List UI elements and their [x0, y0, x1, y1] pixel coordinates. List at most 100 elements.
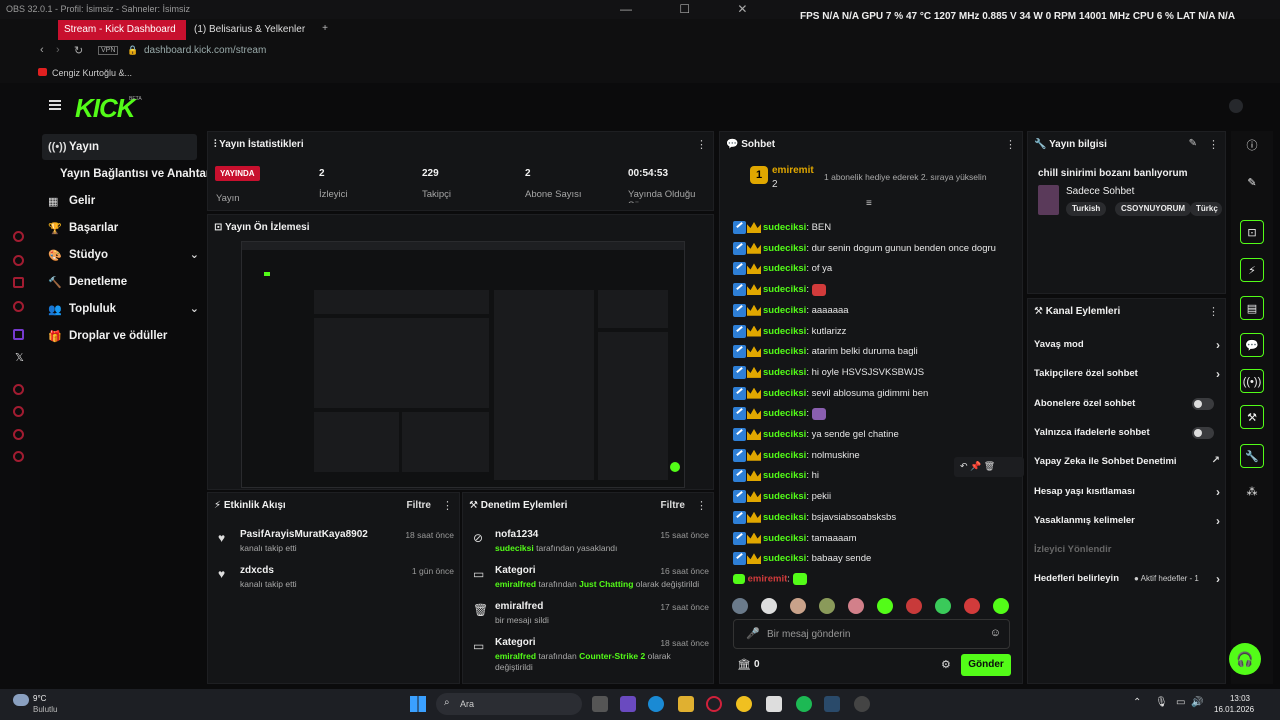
chat-username[interactable]: sudeciksi — [763, 553, 806, 564]
more-options-icon[interactable]: ⋮ — [1208, 305, 1219, 318]
back-icon[interactable]: ‹ — [40, 44, 44, 56]
spotify-icon[interactable] — [796, 696, 812, 712]
extensions-icon[interactable] — [13, 429, 24, 440]
top-gifter-name[interactable]: emiremit — [772, 165, 814, 176]
collapse-icon[interactable]: ≡ — [866, 198, 872, 209]
microphone-icon[interactable]: 🎙 — [1155, 697, 1168, 708]
bookmark-item[interactable]: Cengiz Kurtoğlu &... — [52, 68, 132, 78]
tray-chevron-icon[interactable]: ⌃ — [1133, 697, 1141, 708]
chat-username[interactable]: sudeciksi — [763, 491, 806, 502]
nav-basarilar[interactable]: 🏆 Başarılar — [42, 215, 197, 241]
sidebar-app-icon[interactable] — [13, 384, 24, 395]
steam-icon[interactable] — [824, 696, 840, 712]
chat-username[interactable]: emiremit — [748, 574, 788, 585]
task-view-icon[interactable] — [592, 696, 608, 712]
category-name[interactable]: Sadece Sohbet — [1066, 186, 1134, 197]
windows-start-icon[interactable] — [410, 696, 426, 712]
edge-icon[interactable] — [648, 696, 664, 712]
channel-action-row[interactable]: Hesap yaşı kısıtlaması › — [1034, 485, 1220, 506]
channel-action-row[interactable]: Abonelere özel sohbet — [1034, 397, 1220, 418]
channel-action-row[interactable]: Yavaş mod › — [1034, 338, 1220, 359]
chat-username[interactable]: sudeciksi — [763, 367, 806, 378]
nav-stream-key[interactable]: Yayın Bağlantısı ve Anahtarı — [42, 161, 214, 187]
tag[interactable]: Türkç — [1190, 202, 1222, 216]
edit-icon[interactable]: ✎ — [1189, 138, 1197, 149]
opera-icon[interactable] — [706, 696, 722, 712]
explorer-icon[interactable] — [678, 696, 694, 712]
vpn-badge[interactable]: VPN — [98, 46, 119, 55]
nav-denetleme[interactable]: 🔨 Denetleme — [42, 269, 197, 295]
chat-username[interactable]: sudeciksi — [763, 305, 806, 316]
chrome-icon[interactable] — [736, 696, 752, 712]
channel-action-row[interactable]: Takipçilere özel sohbet › — [1034, 367, 1220, 388]
forward-icon[interactable]: › — [56, 44, 60, 56]
emote-icon[interactable] — [906, 598, 922, 614]
window-controls[interactable]: — ☐ ✕ — [620, 2, 769, 16]
emote-icon[interactable] — [790, 598, 806, 614]
channel-action-row[interactable]: Yapay Zeka ile Sohbet Denetimi ↗ — [1034, 455, 1220, 476]
emote-icon[interactable] — [993, 598, 1009, 614]
nav-gelir[interactable]: ▦ Gelir — [42, 188, 197, 214]
chat-username[interactable]: sudeciksi — [763, 408, 806, 419]
filter-button[interactable]: Filtre — [407, 500, 431, 511]
tab-kick-dashboard[interactable]: Stream - Kick Dashboard — [58, 20, 186, 40]
app-icon[interactable] — [620, 696, 636, 712]
emote-icon[interactable] — [877, 598, 893, 614]
chat-username[interactable]: sudeciksi — [763, 243, 806, 254]
chat-input[interactable]: 🎤 Bir mesaj gönderin ☺ — [733, 619, 1010, 649]
chat-icon[interactable]: 💬 — [1240, 333, 1264, 357]
emoji-icon[interactable]: ☺ — [990, 627, 1001, 639]
more-options-icon[interactable]: ⋮ — [696, 499, 707, 512]
chat-username[interactable]: sudeciksi — [763, 450, 806, 461]
toggle-switch[interactable] — [1192, 426, 1214, 439]
nav-studyo[interactable]: 🎨 Stüdyo ⌄ — [42, 242, 199, 268]
store-icon[interactable] — [766, 696, 782, 712]
chat-username[interactable]: sudeciksi — [763, 429, 806, 440]
channel-action-row[interactable]: Hedefleri belirleyin ● Aktif hedefler - 1… — [1034, 572, 1220, 593]
tab-youtube[interactable]: (1) Belisarius & Yelkenler B — [188, 20, 308, 40]
emote-icon[interactable] — [819, 598, 835, 614]
obs-icon[interactable] — [854, 696, 870, 712]
settings-icon[interactable] — [13, 451, 24, 462]
broadcast-icon[interactable]: ((•)) — [1240, 369, 1264, 393]
clock-time[interactable]: 13:03 — [1220, 694, 1250, 703]
chat-username[interactable]: sudeciksi — [763, 470, 806, 481]
network-icon[interactable]: ▭ — [1176, 697, 1185, 708]
kick-logo[interactable]: KICK — [75, 93, 136, 124]
url-field[interactable]: dashboard.kick.com/stream — [144, 45, 266, 56]
info-icon[interactable]: ⓘ — [1240, 134, 1264, 158]
chat-settings-icon[interactable]: ⚙ — [941, 658, 951, 671]
nav-droplar[interactable]: 🎁 Droplar ve ödüller — [42, 323, 197, 349]
points-icon[interactable]: 🏛 — [737, 658, 751, 671]
channel-action-row[interactable]: İzleyici Yönlendir — [1034, 544, 1220, 564]
emote-icon[interactable] — [761, 598, 777, 614]
emote-icon[interactable] — [732, 598, 748, 614]
support-button[interactable]: 🎧 — [1229, 643, 1261, 675]
chat-username[interactable]: sudeciksi — [763, 512, 806, 523]
emote-icon[interactable] — [848, 598, 864, 614]
toggle-switch[interactable] — [1192, 397, 1214, 410]
channel-action-row[interactable]: Yasaklanmış kelimeler › — [1034, 514, 1220, 535]
clock-date[interactable]: 16.01.2026 — [1214, 705, 1254, 714]
microphone-icon[interactable]: 🎤 — [746, 627, 760, 640]
x-icon[interactable]: 𝕏 — [15, 351, 24, 364]
stream-preview-video[interactable] — [241, 241, 685, 488]
filter-button[interactable]: Filtre — [661, 500, 685, 511]
nav-topluluk[interactable]: 👥 Topluluk ⌄ — [42, 296, 199, 322]
sidebar-app-icon[interactable] — [13, 231, 24, 242]
user-avatar[interactable] — [1229, 99, 1243, 113]
chat-username[interactable]: sudeciksi — [763, 263, 806, 274]
hamburger-menu-icon[interactable] — [49, 100, 61, 110]
twitch-icon[interactable] — [13, 329, 24, 340]
volume-icon[interactable]: 🔊 — [1191, 697, 1203, 708]
sidebar-app-icon[interactable] — [13, 301, 24, 312]
taskbar-search[interactable]: ⌕ — [436, 693, 582, 715]
chat-username[interactable]: sudeciksi — [763, 222, 806, 233]
more-options-icon[interactable]: ⋮ — [1208, 138, 1219, 151]
tag[interactable]: Turkish — [1066, 202, 1107, 216]
emote-icon[interactable] — [964, 598, 980, 614]
more-options-icon[interactable]: ⋮ — [442, 499, 453, 512]
chat-username[interactable]: sudeciksi — [763, 284, 806, 295]
more-options-icon[interactable]: ⋮ — [1005, 138, 1016, 151]
document-icon[interactable]: ▤ — [1240, 296, 1264, 320]
